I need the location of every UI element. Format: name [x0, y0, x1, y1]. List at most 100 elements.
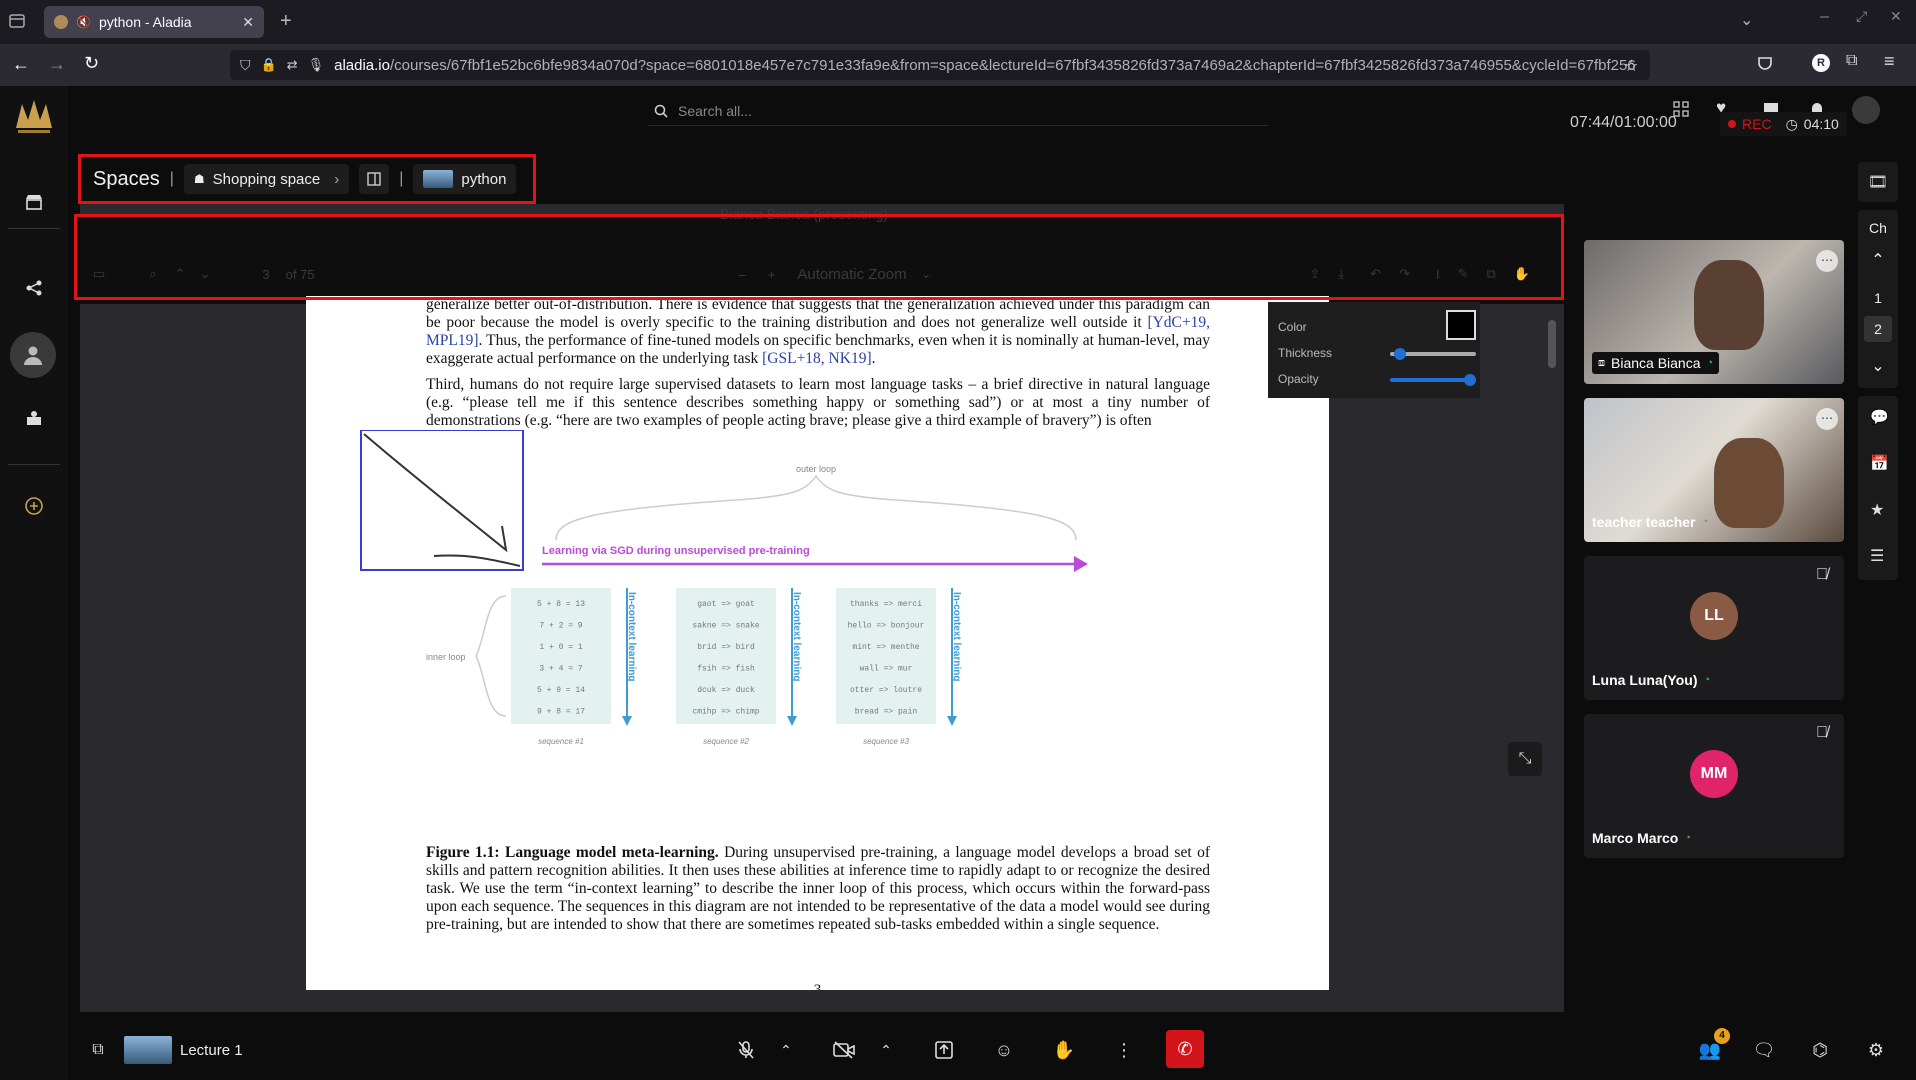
- camera-options-chevron-icon[interactable]: ⌃: [872, 1036, 900, 1064]
- reload-icon[interactable]: ↻: [84, 53, 99, 74]
- page-number-input[interactable]: 3: [262, 267, 269, 282]
- comments-icon[interactable]: 💬: [1870, 408, 1889, 426]
- breadcrumb-space[interactable]: ☗ Shopping space ›: [183, 164, 350, 194]
- image-annotate-icon[interactable]: ⧉: [1487, 266, 1496, 282]
- hand-icon[interactable]: ✋: [1514, 266, 1530, 282]
- aladia-logo[interactable]: [12, 94, 56, 138]
- list-icon[interactable]: ☰: [1870, 546, 1884, 566]
- forward-icon[interactable]: →: [48, 54, 66, 75]
- pdf-scrollbar[interactable]: [1548, 320, 1556, 368]
- pocket-icon[interactable]: [1756, 54, 1774, 72]
- upload-icon[interactable]: ⇪: [1310, 266, 1321, 282]
- participant-tile[interactable]: ⋯ teacher teacher ◔: [1584, 398, 1844, 542]
- more-options-icon[interactable]: ⋯: [1816, 408, 1838, 430]
- chapter-item-active[interactable]: 2: [1864, 316, 1892, 342]
- store-icon[interactable]: [20, 188, 48, 216]
- zoom-in-icon[interactable]: +: [768, 267, 776, 282]
- raise-hand-button[interactable]: ✋: [1050, 1036, 1078, 1064]
- thickness-slider[interactable]: [1390, 348, 1476, 360]
- account-avatar[interactable]: [1852, 96, 1880, 124]
- camera-off-button[interactable]: [830, 1036, 858, 1064]
- more-options-icon[interactable]: ⋯: [1816, 250, 1838, 272]
- breadcrumb-spaces[interactable]: Spaces: [93, 168, 160, 191]
- settings-gear-icon[interactable]: ⚙: [1862, 1036, 1890, 1064]
- citation-link[interactable]: [GSL+18, NK19]: [762, 350, 871, 367]
- share-screen-button[interactable]: [930, 1036, 958, 1064]
- participant-tile[interactable]: 🎙̸ LL Luna Luna(You) ◔: [1584, 556, 1844, 700]
- lock-icon[interactable]: 🔒: [261, 57, 277, 73]
- new-tab-icon[interactable]: +: [280, 10, 292, 33]
- zoom-select[interactable]: Automatic Zoom: [797, 266, 906, 283]
- download-icon[interactable]: ⤓: [1338, 266, 1344, 282]
- participant-tile[interactable]: 🎙̸ MM Marco Marco ◔: [1584, 714, 1844, 858]
- chapters-panel: Ch ⌃ 1 2 ⌄: [1858, 210, 1898, 388]
- share-icon[interactable]: [20, 274, 48, 302]
- tab-list-icon[interactable]: [8, 12, 26, 30]
- activities-button[interactable]: ⌬: [1806, 1036, 1834, 1064]
- spaces-icon[interactable]: [20, 404, 48, 432]
- text-cursor-icon[interactable]: I: [1436, 267, 1440, 282]
- search-box[interactable]: Search all...: [648, 96, 1268, 126]
- pdf-toolbar: ▭ ⌕ ⌃ ⌄ 3 of 75 – + Automatic Zoom ⌄ ⇪ ⤓…: [74, 214, 1564, 300]
- close-window-icon[interactable]: ✕: [1890, 8, 1902, 25]
- chapter-up-icon[interactable]: ⌃: [1858, 250, 1898, 270]
- calendar-icon[interactable]: 📅: [1870, 454, 1889, 472]
- redo-icon[interactable]: ↷: [1399, 266, 1410, 282]
- menu-icon[interactable]: ≡: [1884, 51, 1895, 72]
- chevron-down-icon[interactable]: ⌄: [1740, 10, 1753, 30]
- figure-meta-learning: outer loop Learning via SGD during unsup…: [360, 430, 1088, 746]
- chapter-item[interactable]: 1: [1858, 290, 1898, 306]
- film-strip-button[interactable]: 🎞: [1858, 162, 1898, 202]
- zoom-out-icon[interactable]: –: [739, 267, 746, 282]
- muted-mic-icon: 🎙̸: [1816, 566, 1828, 583]
- browser-tab[interactable]: 🔇 python - Aladia ✕: [44, 6, 264, 38]
- find-icon[interactable]: ⌕: [149, 266, 156, 282]
- previous-page-icon[interactable]: ⌃: [175, 266, 186, 282]
- exit-fullscreen-button[interactable]: ⤡: [1508, 742, 1542, 776]
- back-icon[interactable]: ←: [12, 54, 30, 75]
- user-avatar[interactable]: [10, 332, 56, 378]
- bookmark-star-icon[interactable]: ☆: [1624, 56, 1638, 76]
- mic-muted-button[interactable]: [732, 1036, 760, 1064]
- undo-icon[interactable]: ↶: [1370, 266, 1381, 282]
- star-icon[interactable]: ★: [1870, 500, 1884, 520]
- participant-name-badge: ⧈ Bianca Bianca ◔: [1592, 352, 1720, 374]
- lecture-thumbnail: [124, 1036, 172, 1064]
- url-bar[interactable]: ⛉ 🔒 ⇄ 🎙 aladia.io/courses/67fbf1e52bc6bf…: [230, 50, 1650, 80]
- profile-icon[interactable]: R: [1812, 54, 1830, 72]
- sidebar-toggle-button[interactable]: [359, 164, 390, 194]
- sequence-entry: bread => pain: [855, 708, 918, 717]
- mute-icon[interactable]: 🔇: [76, 15, 91, 29]
- close-tab-icon[interactable]: ✕: [242, 14, 254, 31]
- restore-icon[interactable]: ⤢: [1856, 8, 1867, 25]
- opacity-slider[interactable]: [1390, 374, 1476, 386]
- minimize-icon[interactable]: –: [1820, 8, 1829, 26]
- shield-icon[interactable]: ⛉: [240, 57, 251, 74]
- emoji-reactions-button[interactable]: ☺: [990, 1036, 1018, 1064]
- pen-icon[interactable]: ✎: [1458, 266, 1469, 282]
- participants-button[interactable]: 👥 4: [1696, 1028, 1730, 1064]
- page-number: 3: [813, 982, 822, 990]
- next-page-icon[interactable]: ⌄: [199, 266, 210, 282]
- extensions-icon[interactable]: ⧉: [1846, 52, 1857, 70]
- color-swatch[interactable]: [1446, 310, 1476, 340]
- opacity-slider-handle[interactable]: [1464, 374, 1476, 386]
- participant-tile[interactable]: ⋯ ⧈ Bianca Bianca ◔: [1584, 240, 1844, 384]
- mic-options-chevron-icon[interactable]: ⌃: [772, 1036, 800, 1064]
- participant-name: teacher teacher: [1592, 514, 1696, 530]
- thickness-slider-handle[interactable]: [1393, 348, 1406, 360]
- chapter-down-icon[interactable]: ⌄: [1858, 356, 1898, 376]
- sequence-entry: otter => loutre: [850, 686, 922, 695]
- more-actions-button[interactable]: ⋮: [1110, 1036, 1138, 1064]
- breadcrumb-course[interactable]: python: [413, 164, 517, 194]
- microphone-permission-icon[interactable]: 🎙: [308, 57, 325, 73]
- document-paragraph-2: Third, humans do not require large super…: [426, 376, 1210, 429]
- leave-call-button[interactable]: ✆: [1166, 1030, 1204, 1068]
- in-context-learning-label: In-context learning: [791, 592, 802, 681]
- chat-button[interactable]: 🗨: [1750, 1036, 1778, 1064]
- sidebar-toggle-icon[interactable]: ▭: [93, 266, 105, 282]
- add-circle-icon[interactable]: [20, 492, 48, 520]
- copy-icon[interactable]: ⧉: [84, 1036, 112, 1064]
- sequence-entry: brid => bird: [697, 643, 755, 652]
- permissions-icon[interactable]: ⇄: [287, 57, 298, 73]
